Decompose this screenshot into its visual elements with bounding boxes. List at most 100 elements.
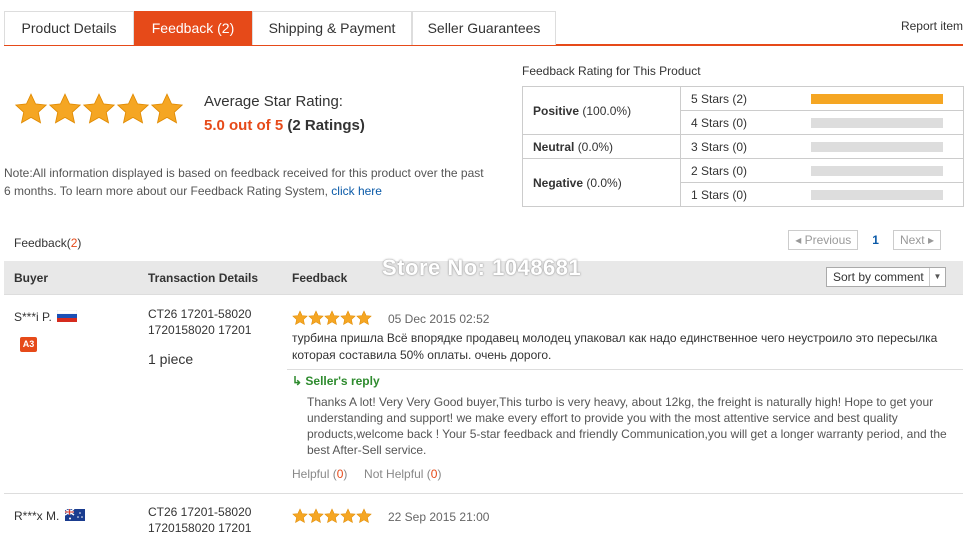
bar-track xyxy=(811,189,943,200)
report-item-link[interactable]: Report item xyxy=(901,19,963,33)
tab-shipping-payment[interactable]: Shipping & Payment xyxy=(252,11,412,45)
negative-cell: Negative (0.0%) xyxy=(522,158,681,207)
bar-cell: 5 Stars (2) xyxy=(680,86,964,111)
reply-divider xyxy=(287,369,963,370)
review-date: 05 Dec 2015 02:52 xyxy=(388,312,490,326)
pagination: ◂ Previous 1 Next ▸ xyxy=(788,230,941,250)
chevron-down-icon: ▼ xyxy=(929,268,945,286)
buyer-name-text: R***x M. xyxy=(14,509,60,523)
bar-label: 3 Stars (0) xyxy=(691,139,748,154)
tab-feedback[interactable]: Feedback (2) xyxy=(134,11,252,45)
review-text: турбина пришла Всё впорядке продавец мол… xyxy=(292,331,938,362)
not-helpful-button[interactable]: Not Helpful (0) xyxy=(364,467,441,481)
russia-flag-icon xyxy=(57,310,78,322)
star-icon xyxy=(82,93,116,124)
star-icon xyxy=(356,508,372,523)
buyer-name: S***i P. xyxy=(14,310,78,324)
bar-track xyxy=(811,117,943,128)
star-icon xyxy=(340,310,356,325)
bar-track xyxy=(811,93,943,104)
rating-count: (2 Ratings) xyxy=(287,117,365,134)
star-icon xyxy=(116,93,150,124)
transaction-details: CT26 17201-58020 1720158020 17201 xyxy=(148,307,252,337)
bar-row-5: 5 Stars (2) xyxy=(691,87,953,110)
neutral-label: Neutral xyxy=(533,139,575,154)
review-stars xyxy=(292,310,372,326)
seller-reply: Thanks A lot! Very Very Good buyer,This … xyxy=(307,395,947,457)
star-icon xyxy=(324,310,340,325)
bar-label: 4 Stars (0) xyxy=(691,115,748,130)
bar-row-1: 1 Stars (0) xyxy=(691,183,953,206)
feedback-header: Feedback xyxy=(292,271,348,285)
helpful-label: Helpful ( xyxy=(292,467,337,481)
sort-dropdown[interactable]: Sort by comment ▼ xyxy=(826,267,946,287)
bar-label: 1 Stars (0) xyxy=(691,187,748,202)
neutral-cell: Neutral (0.0%) xyxy=(522,134,681,159)
average-rating-value: 5.0 out of 5 (2 Ratings) xyxy=(204,117,365,134)
positive-pct: (100.0%) xyxy=(582,103,632,118)
feedback-note: Note:All information displayed is based … xyxy=(4,164,484,200)
sort-value: Sort by comment xyxy=(833,270,924,284)
review-date: 22 Sep 2015 21:00 xyxy=(388,510,490,524)
review-stars xyxy=(292,508,372,524)
bar-row-4: 4 Stars (0) xyxy=(691,111,953,134)
star-icon xyxy=(356,310,372,325)
buyer-name-text: S***i P. xyxy=(14,310,52,324)
helpful-close: ) xyxy=(343,467,348,481)
note-text: Note:All information displayed is based … xyxy=(4,166,484,198)
bar-track xyxy=(811,141,943,152)
average-stars xyxy=(14,92,184,126)
seller-reply-label: ↳ Seller's reply xyxy=(292,374,380,388)
bar-row-3: 3 Stars (0) xyxy=(691,135,953,158)
row-divider xyxy=(4,493,963,494)
star-icon xyxy=(340,508,356,523)
buyer-level-badge: A3 xyxy=(20,337,37,352)
tab-product-details[interactable]: Product Details xyxy=(4,11,134,45)
bar-cell: 4 Stars (0) xyxy=(680,110,964,135)
previous-button[interactable]: ◂ Previous xyxy=(788,230,859,250)
seller-reply-text: Seller's reply xyxy=(305,374,380,388)
rating-score: 5.0 out of 5 xyxy=(204,117,284,134)
bar-cell: 1 Stars (0) xyxy=(680,182,964,207)
feedback-count: Feedback(2) xyxy=(14,236,81,250)
star-icon xyxy=(324,508,340,523)
bar-cell: 3 Stars (0) xyxy=(680,134,964,159)
quantity: 1 piece xyxy=(148,351,194,367)
rating-table: Positive (100.0%) 5 Stars (2) 4 Stars (0… xyxy=(522,86,964,207)
bar-label: 2 Stars (0) xyxy=(691,163,748,178)
rating-table-title: Feedback Rating for This Product xyxy=(522,64,701,78)
neutral-pct: (0.0%) xyxy=(577,139,614,154)
star-icon xyxy=(48,93,82,124)
transaction-header: Transaction Details xyxy=(148,271,259,285)
bar-fill xyxy=(811,93,943,104)
positive-cell: Positive (100.0%) xyxy=(522,86,681,135)
previous-label: Previous xyxy=(804,233,852,247)
current-page[interactable]: 1 xyxy=(866,233,885,247)
star-icon xyxy=(292,508,308,523)
star-icon xyxy=(14,93,48,124)
store-watermark: Store No: 1048681 xyxy=(382,255,582,280)
bar-track xyxy=(811,165,943,176)
bar-label: 5 Stars (2) xyxy=(691,91,748,106)
average-rating-title: Average Star Rating: xyxy=(204,93,343,110)
next-button[interactable]: Next ▸ xyxy=(892,230,941,250)
bar-row-2: 2 Stars (0) xyxy=(691,159,953,182)
next-label: Next xyxy=(899,233,925,247)
not-helpful-close: ) xyxy=(437,467,442,481)
star-icon xyxy=(292,310,308,325)
not-helpful-label: Not Helpful ( xyxy=(364,467,431,481)
star-icon xyxy=(150,93,184,124)
bar-cell: 2 Stars (0) xyxy=(680,158,964,183)
reply-arrow-icon: ↳ xyxy=(292,374,306,388)
click-here-link[interactable]: click here xyxy=(331,184,382,198)
australia-flag-icon xyxy=(64,509,85,521)
tab-bar: Product Details Feedback (2) Shipping & … xyxy=(4,11,963,46)
positive-label: Positive xyxy=(533,103,580,118)
tab-seller-guarantees[interactable]: Seller Guarantees xyxy=(412,11,556,45)
transaction-details: CT26 17201-58020 1720158020 17201 xyxy=(148,505,252,534)
helpful-row: Helpful (0) Not Helpful (0) xyxy=(292,467,441,481)
buyer-header: Buyer xyxy=(14,271,49,285)
star-icon xyxy=(308,310,324,325)
star-icon xyxy=(308,508,324,523)
helpful-button[interactable]: Helpful (0) xyxy=(292,467,347,481)
